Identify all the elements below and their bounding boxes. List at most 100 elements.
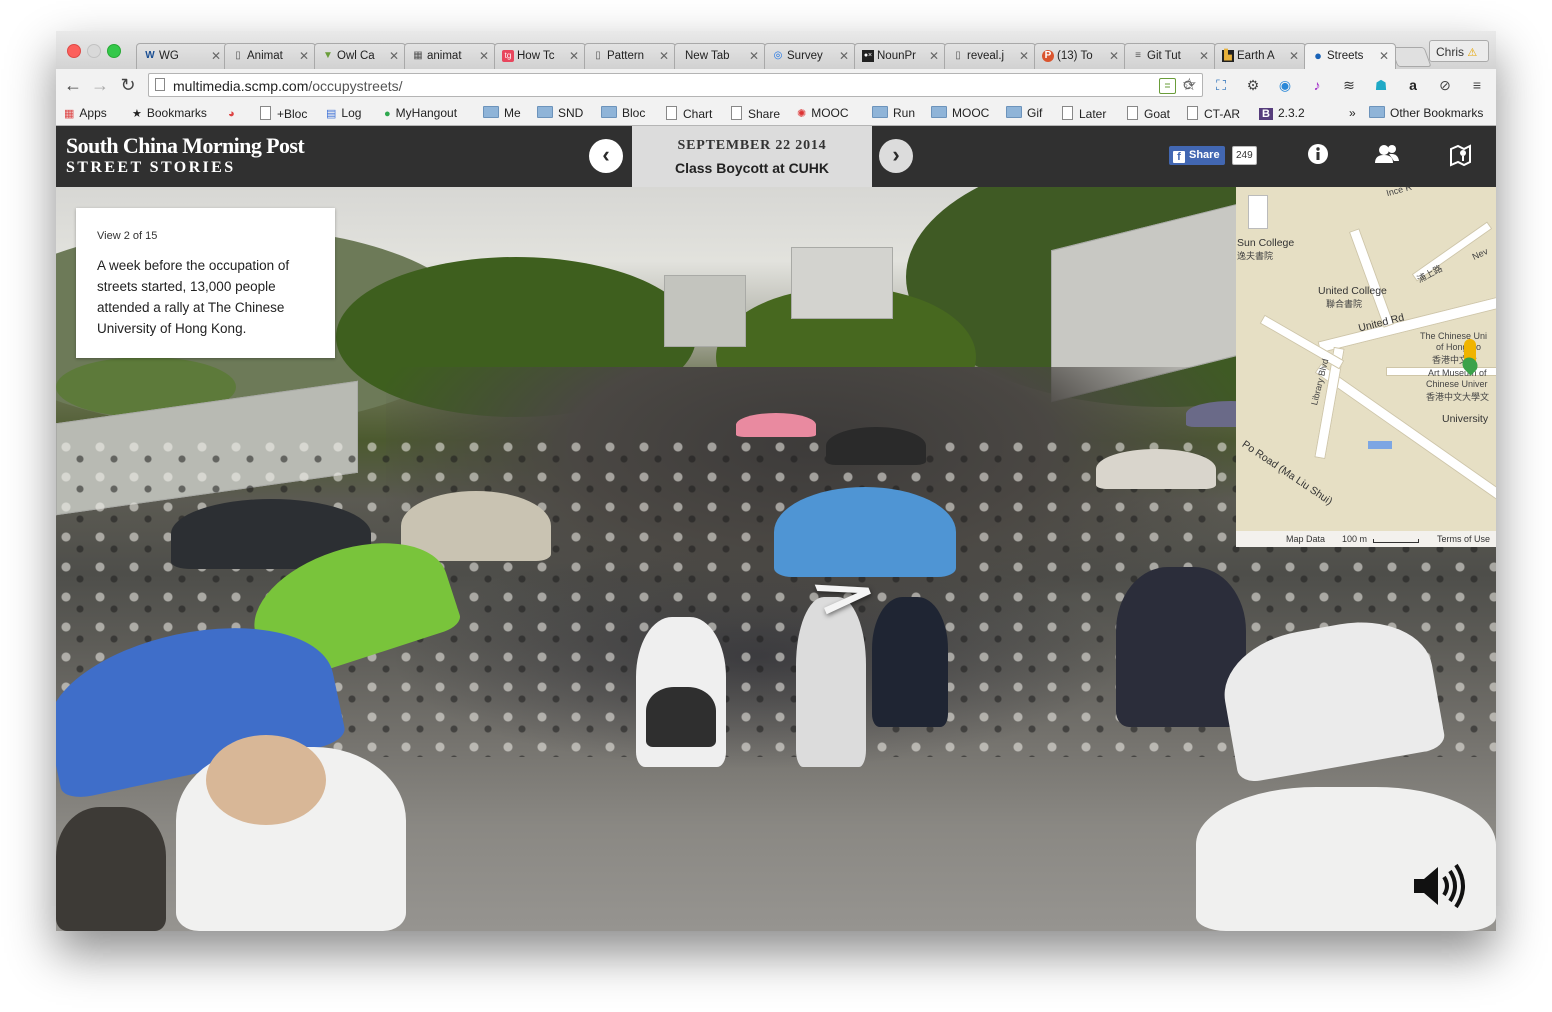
profile-button[interactable]: Chris ⚠ (1429, 40, 1489, 62)
bookmark-snd[interactable]: SND (537, 106, 583, 120)
bookmark-share[interactable]: Share (731, 106, 780, 121)
close-tab-icon[interactable]: ✕ (1379, 49, 1389, 63)
reload-icon[interactable]: ↻ (118, 74, 138, 96)
close-window-button[interactable] (67, 44, 81, 58)
close-tab-icon[interactable]: ✕ (211, 49, 221, 63)
bookmark-mooc-2[interactable]: MOOC (931, 106, 989, 120)
close-tab-icon[interactable]: ✕ (569, 49, 579, 63)
star-icon: ★ (132, 108, 142, 120)
close-tab-icon[interactable]: ✕ (299, 49, 309, 63)
map-road (1348, 228, 1395, 328)
back-arrow-icon[interactable]: ← (63, 74, 83, 96)
close-tab-icon[interactable]: ✕ (659, 49, 669, 63)
music-extension-icon[interactable]: ♪ (1308, 76, 1326, 94)
close-tab-icon[interactable]: ✕ (1199, 49, 1209, 63)
sync-extension-icon[interactable]: ⟳ (1180, 76, 1198, 94)
bookmark-2-3-2[interactable]: B 2.3.2 (1259, 106, 1305, 120)
menu-icon[interactable]: ≡ (1468, 76, 1486, 94)
forward-arrow-icon[interactable]: → (90, 74, 110, 96)
close-tab-icon[interactable]: ✕ (839, 49, 849, 63)
bookmark-me[interactable]: Me (483, 106, 521, 120)
bookmark-bookmarks[interactable]: ★ Bookmarks (132, 106, 207, 120)
facebook-share-button[interactable]: f Share (1169, 146, 1225, 165)
zoom-window-button[interactable] (107, 44, 121, 58)
tab-label: reveal.j (967, 50, 1005, 62)
map-scale-label: 100 m (1342, 534, 1368, 544)
street-stories-logo: STREET STORIES (66, 159, 236, 176)
tab-label: Owl Ca (337, 50, 375, 62)
settings-extension-icon[interactable]: ⚙ (1244, 76, 1262, 94)
bookmark-bloc-plus[interactable]: +Bloc (260, 106, 307, 121)
apps-icon: ▦ (64, 108, 75, 120)
bootstrap-icon: B (1259, 108, 1273, 120)
robot-extension-icon[interactable]: ☗ (1372, 76, 1390, 94)
tab-reveal[interactable]: ▯ reveal.j ✕ (944, 43, 1036, 69)
close-tab-icon[interactable]: ✕ (1109, 49, 1119, 63)
bookmark-apps[interactable]: ▦ Apps (64, 106, 107, 120)
tab-wg[interactable]: W WG ✕ (136, 43, 228, 69)
tab-animat-2[interactable]: ▦ animat ✕ (404, 43, 496, 69)
map-scale-bar (1373, 539, 1419, 543)
street-view-panorama[interactable]: View 2 of 15 A week before the occupatio… (56, 187, 1496, 931)
tab-strip: W WG ✕ ▯ Animat ✕ ▼ Owl Ca ✕ ▦ animat ✕ … (56, 31, 1496, 69)
new-tab-button[interactable] (1390, 47, 1432, 67)
tab-producthunt[interactable]: P (13) To ✕ (1034, 43, 1126, 69)
survey-icon: ◎ (773, 50, 783, 61)
bookmark-mooc-1[interactable]: ✺ MOOC (797, 106, 849, 120)
bookmark-chrome[interactable]: ◕ (228, 106, 240, 120)
bookmarks-overflow-chevron[interactable]: » (1349, 106, 1356, 120)
bookmark-goat[interactable]: Goat (1127, 106, 1170, 121)
address-bar[interactable]: multimedia.scmp.com/occupystreets/ ≣ ☆ (148, 73, 1203, 97)
info-icon[interactable] (1305, 143, 1331, 169)
tab-survey[interactable]: ◎ Survey ✕ (764, 43, 856, 69)
minimize-window-button[interactable] (87, 44, 101, 58)
pink-umbrella (736, 413, 816, 437)
browser-window: W WG ✕ ▯ Animat ✕ ▼ Owl Ca ✕ ▦ animat ✕ … (56, 31, 1496, 931)
close-tab-icon[interactable]: ✕ (1019, 49, 1029, 63)
sound-icon[interactable] (1412, 863, 1468, 909)
globe-extension-icon[interactable]: ◉ (1276, 76, 1294, 94)
amazon-extension-icon[interactable]: a (1404, 76, 1422, 94)
bookmark-run[interactable]: Run (872, 106, 915, 120)
previous-story-button[interactable]: ‹ (589, 139, 623, 173)
rss-icon[interactable]: ≣ (1159, 78, 1176, 94)
map-label: 浦上路 (1415, 263, 1445, 285)
tab-earth[interactable]: ▙ Earth A ✕ (1214, 43, 1306, 69)
close-tab-icon[interactable]: ✕ (929, 49, 939, 63)
next-story-button[interactable]: › (879, 139, 913, 173)
white-umbrella (1096, 449, 1216, 489)
bookmark-later[interactable]: Later (1062, 106, 1106, 121)
bookmark-chart[interactable]: Chart (666, 106, 712, 121)
location-minimap[interactable]: Ince R Nev Sun College 逸夫書院 浦上路 United C… (1236, 187, 1496, 547)
bookmark-bloc[interactable]: Bloc (601, 106, 645, 120)
bookmark-log[interactable]: ▤ Log (326, 106, 361, 120)
tab-git[interactable]: ≡ Git Tut ✕ (1124, 43, 1216, 69)
tab-animat[interactable]: ▯ Animat ✕ (224, 43, 316, 69)
map-terms-link[interactable]: Terms of Use (1437, 534, 1490, 544)
close-tab-icon[interactable]: ✕ (389, 49, 399, 63)
tab-pattern[interactable]: ▯ Pattern ✕ (584, 43, 676, 69)
people-icon[interactable] (1374, 143, 1400, 169)
bookmark-gif[interactable]: Gif (1006, 106, 1042, 120)
pegman-icon[interactable] (1248, 195, 1268, 229)
layers-extension-icon[interactable]: ≋ (1340, 76, 1358, 94)
view-description: A week before the occupation of streets … (97, 258, 290, 336)
tab-label: How Tc (517, 50, 555, 62)
bookmark-ct-ar[interactable]: CT-AR (1187, 106, 1240, 121)
tab-owl[interactable]: ▼ Owl Ca ✕ (314, 43, 406, 69)
compass-extension-icon[interactable]: ⊘ (1436, 76, 1454, 94)
close-tab-icon[interactable]: ✕ (479, 49, 489, 63)
close-tab-icon[interactable]: ✕ (749, 49, 759, 63)
bookmark-other[interactable]: Other Bookmarks (1369, 106, 1483, 120)
screen-capture-icon[interactable]: ⛶ (1212, 76, 1230, 94)
map-toggle-icon[interactable] (1447, 143, 1473, 169)
view-counter: View 2 of 15 (97, 230, 158, 242)
tab-howto[interactable]: tg How Tc ✕ (494, 43, 586, 69)
tab-streets[interactable]: ● Streets ✕ (1304, 43, 1396, 69)
scmp-logo[interactable]: South China Morning Post (66, 133, 305, 159)
tab-nounproject[interactable]: ●× NounPr ✕ (854, 43, 946, 69)
tab-label: (13) To (1057, 50, 1093, 62)
close-tab-icon[interactable]: ✕ (1289, 49, 1299, 63)
bookmark-myhangout[interactable]: ● MyHangout (384, 106, 457, 120)
tab-newtab[interactable]: New Tab ✕ (674, 43, 766, 69)
